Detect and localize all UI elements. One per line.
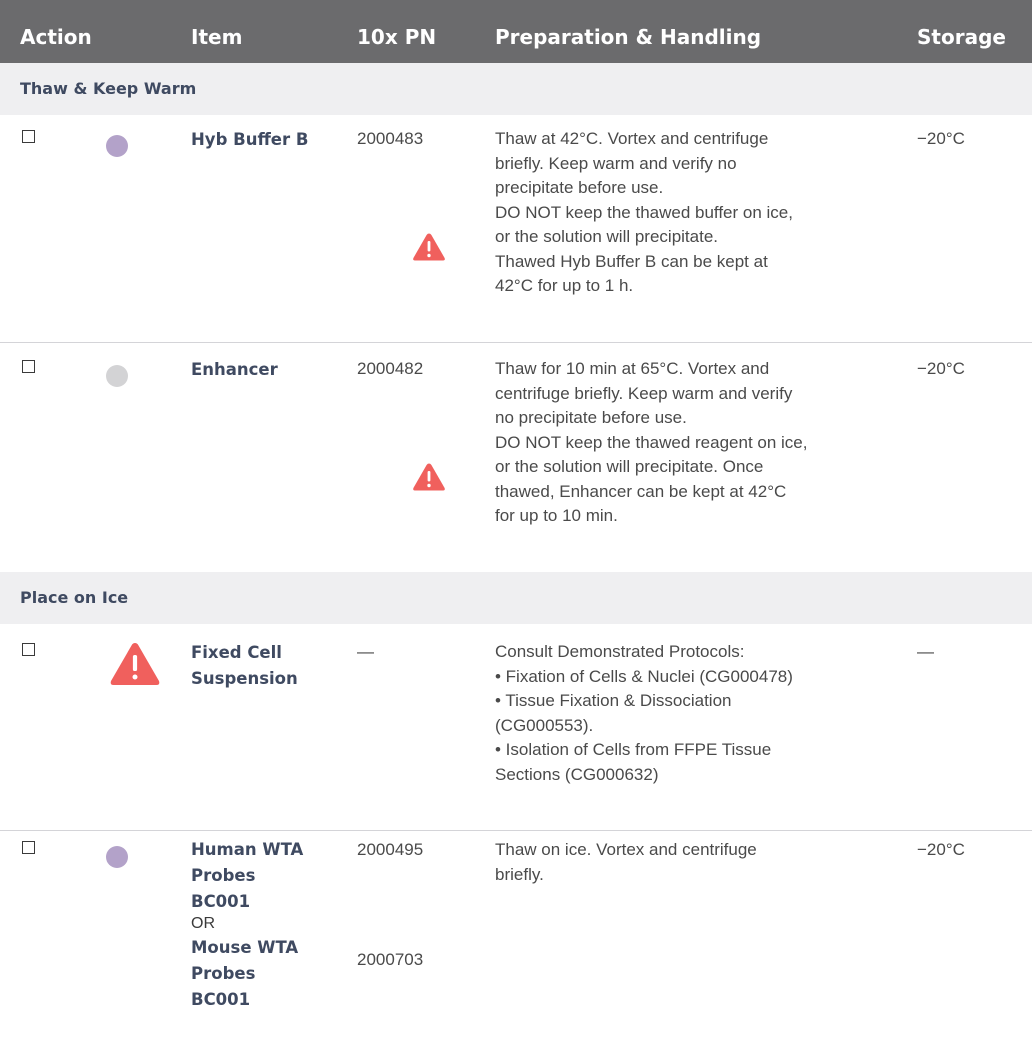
or-label: OR [191, 915, 215, 932]
item-name: Fixed Cell Suspension [191, 643, 298, 688]
preparation-text: Consult Demonstrated Protocols: • Fixati… [495, 642, 793, 784]
item-name: Enhancer [191, 360, 278, 379]
row-divider [0, 342, 1032, 343]
checkbox-hyb-buffer-b[interactable] [22, 130, 35, 143]
storage-temp: — [917, 642, 934, 661]
item-name-human-wta: Human WTA Probes BC001 [191, 840, 304, 911]
part-number: 2000482 [357, 359, 424, 378]
table-header: Action Item 10x PN Preparation & Handlin… [0, 0, 1032, 63]
part-number-mouse: 2000703 [357, 950, 424, 969]
item-name: Hyb Buffer B [191, 130, 309, 149]
storage-temp: −20°C [917, 840, 965, 859]
header-storage: Storage [917, 25, 1006, 49]
warning-triangle-icon [413, 233, 445, 261]
header-action: Action [20, 25, 92, 49]
row-divider [0, 830, 1032, 831]
warning-triangle-icon [413, 463, 445, 491]
color-dot-lilac [106, 135, 128, 157]
color-dot-lilac [106, 846, 128, 868]
part-number-human: 2000495 [357, 840, 424, 859]
part-number: — [357, 642, 374, 661]
section-title: Thaw & Keep Warm [20, 79, 197, 98]
section-title: Place on Ice [20, 588, 129, 607]
header-pn: 10x PN [357, 25, 437, 49]
section-thaw-keep-warm: Thaw & Keep Warm [0, 63, 1032, 115]
preparation-text: Thaw at 42°C. Vortex and centrifuge brie… [495, 129, 793, 295]
reagent-table: Action Item 10x PN Preparation & Handlin… [0, 0, 1032, 1046]
preparation-text: Thaw on ice. Vortex and centrifuge brief… [495, 840, 757, 884]
item-name-mouse-wta: Mouse WTA Probes BC001 [191, 938, 299, 1009]
header-item: Item [191, 25, 243, 49]
warning-triangle-icon [110, 643, 160, 685]
checkbox-wta-probes[interactable] [22, 841, 35, 854]
section-place-on-ice: Place on Ice [0, 572, 1032, 624]
storage-temp: −20°C [917, 129, 965, 148]
checkbox-enhancer[interactable] [22, 360, 35, 373]
preparation-text: Thaw for 10 min at 65°C. Vortex and cent… [495, 359, 808, 525]
part-number: 2000483 [357, 129, 424, 148]
header-prep: Preparation & Handling [495, 25, 762, 49]
storage-temp: −20°C [917, 359, 965, 378]
checkbox-fixed-cell-suspension[interactable] [22, 643, 35, 656]
color-dot-grey [106, 365, 128, 387]
